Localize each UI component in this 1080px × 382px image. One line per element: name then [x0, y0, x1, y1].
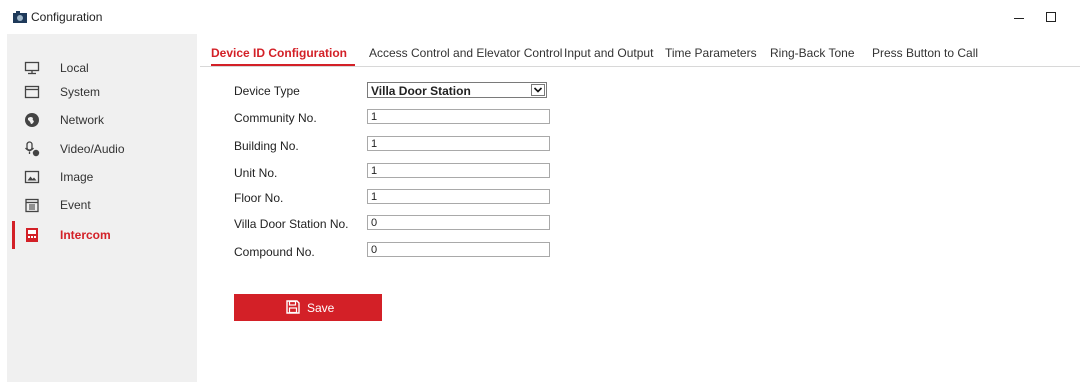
- window-title: Configuration: [31, 10, 103, 24]
- villa-door-station-no-input[interactable]: [367, 215, 550, 230]
- sidebar-item-label: System: [60, 85, 101, 99]
- sidebar-item-label: Image: [60, 170, 94, 184]
- floor-no-label: Floor No.: [234, 191, 284, 205]
- sidebar-item-label: Network: [60, 113, 105, 127]
- camera-icon: [13, 11, 27, 23]
- sidebar-item-video-audio[interactable]: Video/Audio: [7, 135, 197, 163]
- chevron-down-icon: [531, 84, 545, 96]
- tab-press-button-to-call[interactable]: Press Button to Call: [872, 46, 978, 60]
- sidebar-item-label: Video/Audio: [60, 142, 125, 156]
- tab-device-id-configuration[interactable]: Device ID Configuration: [211, 46, 347, 60]
- active-indicator: [12, 221, 15, 249]
- floor-no-input[interactable]: [367, 189, 550, 204]
- window-titlebar: Configuration: [0, 0, 1080, 34]
- save-button-label: Save: [307, 301, 335, 315]
- device-type-select[interactable]: Villa Door Station: [367, 82, 547, 98]
- image-icon: [24, 170, 40, 184]
- community-no-label: Community No.: [234, 111, 317, 125]
- community-no-input[interactable]: [367, 109, 550, 124]
- monitor-icon: [24, 61, 40, 75]
- sidebar-item-label: Local: [60, 61, 89, 75]
- sidebar-item-image[interactable]: Image: [7, 163, 197, 191]
- minimize-icon[interactable]: [1011, 9, 1031, 25]
- maximize-icon[interactable]: [1042, 9, 1062, 25]
- sidebar-item-label: Intercom: [60, 228, 111, 242]
- microphone-icon: [24, 141, 40, 157]
- save-icon: [286, 300, 300, 314]
- compound-no-input[interactable]: [367, 242, 550, 257]
- unit-no-label: Unit No.: [234, 166, 278, 180]
- sidebar-item-system[interactable]: System: [7, 78, 197, 106]
- globe-icon: [25, 113, 39, 127]
- sidebar: Local System Network Video/Audio Image E…: [7, 34, 197, 382]
- unit-no-input[interactable]: [367, 163, 550, 178]
- calendar-icon: [25, 198, 39, 213]
- tab-input-output[interactable]: Input and Output: [564, 46, 653, 60]
- window-icon: [24, 85, 40, 99]
- intercom-icon: [26, 228, 38, 242]
- building-no-label: Building No.: [234, 139, 299, 153]
- device-type-label: Device Type: [234, 84, 300, 98]
- tab-access-control-elevator[interactable]: Access Control and Elevator Control: [369, 46, 562, 60]
- villa-door-station-no-label: Villa Door Station No.: [234, 217, 349, 231]
- save-button[interactable]: Save: [234, 294, 382, 321]
- device-type-value: Villa Door Station: [371, 84, 471, 98]
- compound-no-label: Compound No.: [234, 245, 315, 259]
- sidebar-item-intercom[interactable]: Intercom: [7, 221, 197, 249]
- sidebar-item-event[interactable]: Event: [7, 191, 197, 219]
- sidebar-item-network[interactable]: Network: [7, 106, 197, 134]
- building-no-input[interactable]: [367, 136, 550, 151]
- sidebar-item-label: Event: [60, 198, 91, 212]
- active-tab-underline: [211, 64, 355, 66]
- tab-ring-back-tone[interactable]: Ring-Back Tone: [770, 46, 855, 60]
- tab-time-parameters[interactable]: Time Parameters: [665, 46, 757, 60]
